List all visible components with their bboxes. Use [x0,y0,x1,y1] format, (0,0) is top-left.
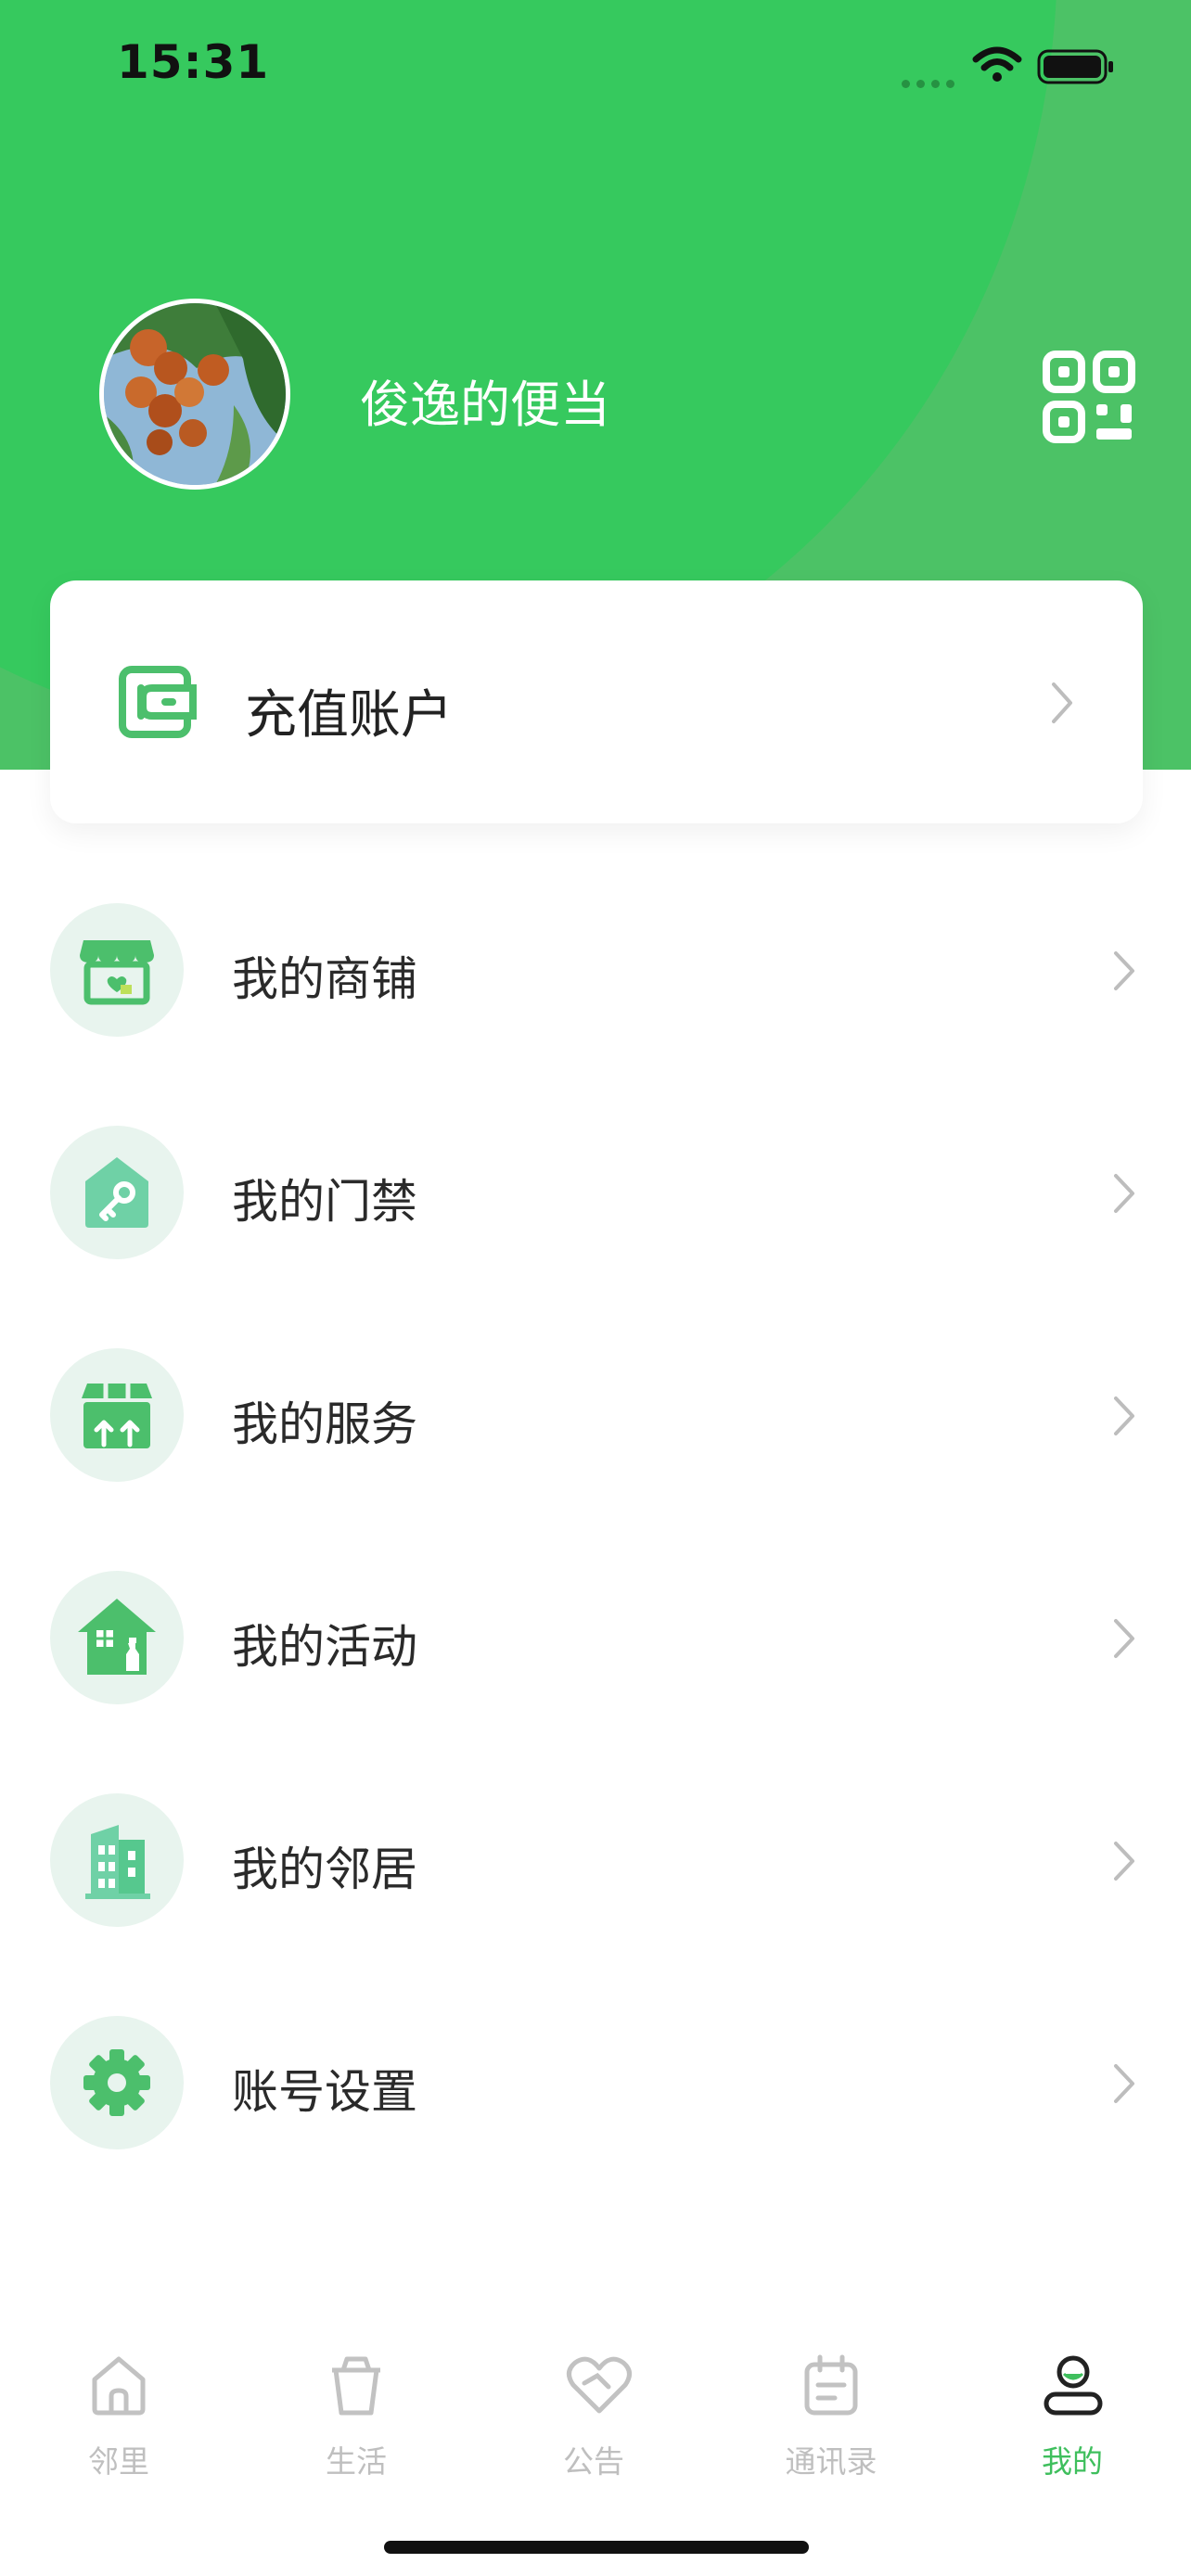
chevron-right-icon [1052,682,1072,723]
tab-label: 公告 [563,2443,624,2480]
menu-icon-circle [50,1126,184,1259]
menu-icon-circle [50,1348,184,1482]
house-cleaning-icon [78,1599,156,1675]
recharge-account-label: 充值账户 [245,685,453,746]
menu-item-activities[interactable]: 我的活动 [0,1556,1191,1704]
avatar-image [104,303,286,485]
tab-label: 我的 [1042,2443,1103,2480]
menu-item-label: 我的邻居 [232,1843,417,1896]
calendar-icon [804,2354,858,2416]
user-icon [1044,2355,1103,2416]
menu-item-neighbors[interactable]: 我的邻居 [0,1779,1191,1927]
tab-me[interactable]: 我的 [954,2326,1191,2511]
heart-icon [567,2356,632,2414]
battery-icon [1037,49,1113,84]
recharge-account-card[interactable]: 充值账户 [50,580,1143,823]
tab-bar: 邻里 生活 公告 通讯录 我的 [0,2326,1191,2576]
tab-label: 通讯录 [785,2443,877,2480]
menu-item-access-control[interactable]: 我的门禁 [0,1111,1191,1259]
tab-life[interactable]: 生活 [237,2326,475,2511]
package-icon [82,1384,152,1448]
home-icon [92,2356,146,2416]
username: 俊逸的便当 [360,376,610,434]
menu-icon-circle [50,2016,184,2149]
tab-neighborhood[interactable]: 邻里 [0,2326,237,2511]
chevron-right-icon [1114,1842,1134,1881]
menu-item-label: 我的商铺 [232,952,417,1006]
cup-icon [332,2356,380,2416]
menu-item-label: 我的活动 [232,1620,417,1674]
chevron-right-icon [1114,2064,1134,2103]
status-bar: 15:31 [0,0,1191,130]
menu-item-label: 我的服务 [232,1397,417,1451]
building-icon [85,1825,150,1899]
chevron-right-icon [1114,1619,1134,1658]
menu-item-shop[interactable]: 我的商铺 [0,888,1191,1037]
wifi-icon [972,46,1022,82]
menu-item-services[interactable]: 我的服务 [0,1333,1191,1482]
menu-item-label: 账号设置 [232,2065,417,2119]
chevron-right-icon [1114,951,1134,990]
menu-icon-circle [50,1571,184,1704]
menu-icon-circle [50,903,184,1037]
chevron-right-icon [1114,1396,1134,1435]
avatar[interactable] [99,299,290,490]
chevron-right-icon [1114,1174,1134,1213]
wallet-icon [119,666,197,738]
gear-icon [83,2049,150,2116]
tab-contacts[interactable]: 通讯录 [712,2326,950,2511]
menu-item-label: 我的门禁 [232,1175,417,1229]
status-time: 15:31 [117,35,270,89]
key-house-icon [85,1157,148,1228]
tab-announcements[interactable]: 公告 [475,2326,712,2511]
qr-code-icon[interactable] [1043,351,1135,443]
tab-label: 邻里 [88,2443,149,2480]
tab-label: 生活 [326,2443,387,2480]
menu-icon-circle [50,1793,184,1927]
signal-icon [902,74,961,92]
menu-item-account-settings[interactable]: 账号设置 [0,2001,1191,2149]
shop-icon [80,940,154,1005]
home-indicator [384,2541,809,2554]
